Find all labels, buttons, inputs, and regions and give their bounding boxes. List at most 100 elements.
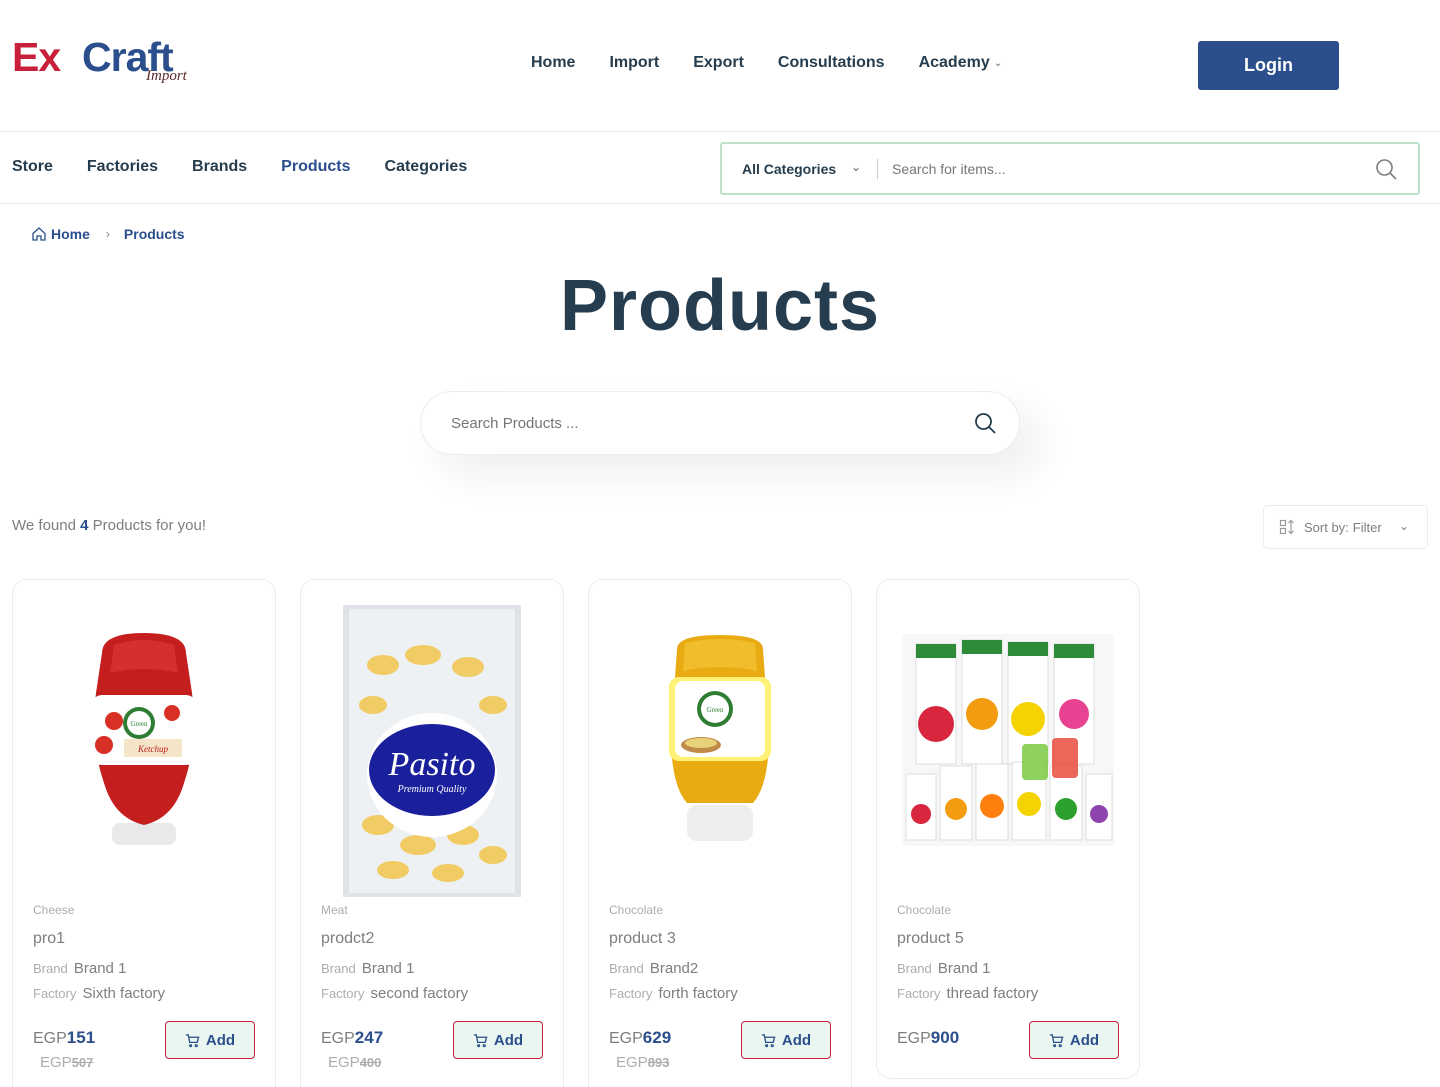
subnav-store[interactable]: Store [12, 158, 53, 176]
product-image[interactable] [877, 580, 1139, 900]
product-factory: Factory thread factory [897, 985, 1038, 1002]
product-old-price: EGP507 [40, 1054, 93, 1071]
subnav-categories[interactable]: Categories [385, 158, 468, 176]
product-brand: Brand Brand 1 [33, 960, 126, 977]
product-card[interactable]: Green Chocolate product 3 Brand Brand2 F… [588, 579, 852, 1087]
product-name[interactable]: prodct2 [321, 930, 374, 948]
add-to-cart-button[interactable]: Add [1029, 1021, 1119, 1059]
product-price: EGP151 [33, 1028, 95, 1048]
excraft-logo[interactable]: Ex Craft Import [12, 34, 202, 90]
nav-export[interactable]: Export [693, 54, 744, 72]
results-suffix: Products for you! [92, 517, 207, 534]
chevron-down-icon: ⌄ [1398, 519, 1409, 533]
svg-text:Premium Quality: Premium Quality [397, 784, 467, 795]
product-price: EGP247 [321, 1028, 383, 1048]
sort-dropdown[interactable]: Sort by: Filter ⌄ [1263, 505, 1428, 549]
chevron-down-icon: ⌄ [850, 160, 861, 174]
currency: EGP [897, 1030, 931, 1047]
price-amount: 247 [354, 1028, 384, 1047]
nav-home[interactable]: Home [531, 54, 575, 72]
product-card[interactable]: Chocolate product 5 Brand Brand 1 Factor… [876, 579, 1140, 1079]
old-price-amount: 893 [647, 1055, 670, 1070]
product-price: EGP629 [609, 1028, 671, 1048]
product-name[interactable]: pro1 [33, 930, 65, 948]
category-select-value: All Categories [742, 160, 837, 177]
nav-academy[interactable]: Academy ⌄ [919, 54, 1003, 72]
sort-value: Filter [1352, 519, 1382, 535]
category-select[interactable]: All Categories ⌄ [722, 144, 877, 193]
chevron-down-icon: ⌄ [993, 57, 1003, 69]
sub-nav-links: Store Factories Brands Products Categori… [12, 158, 501, 176]
search-icon[interactable] [1374, 157, 1398, 181]
results-prefix: We found [12, 517, 76, 534]
nav-academy-label: Academy [918, 54, 990, 71]
brand-value: Brand 1 [73, 960, 127, 977]
header-search-input[interactable] [878, 144, 1374, 193]
product-category: Chocolate [897, 903, 952, 917]
logo-subtitle: Import [146, 68, 187, 84]
factory-label: Factory [897, 986, 941, 1001]
subnav-brands[interactable]: Brands [192, 158, 247, 176]
product-name[interactable]: product 5 [897, 930, 964, 948]
brand-label: Brand [321, 961, 356, 976]
product-image[interactable]: Pasito Premium Quality [301, 580, 563, 900]
price-amount: 151 [66, 1028, 96, 1047]
product-brand: Brand Brand2 [609, 960, 698, 977]
currency: EGP [616, 1054, 648, 1071]
breadcrumb-home[interactable]: Home [51, 226, 90, 242]
currency: EGP [33, 1030, 67, 1047]
add-to-cart-button[interactable]: Add [453, 1021, 543, 1059]
nav-consultations[interactable]: Consultations [778, 54, 885, 72]
product-category: Chocolate [609, 903, 664, 917]
subnav-factories[interactable]: Factories [87, 158, 158, 176]
price-amount: 900 [930, 1028, 960, 1047]
currency: EGP [328, 1054, 360, 1071]
product-image[interactable]: Green [589, 580, 851, 900]
add-to-cart-button[interactable]: Add [165, 1021, 255, 1059]
brand-value: Brand 1 [937, 960, 991, 977]
login-button[interactable]: Login [1198, 41, 1339, 90]
search-icon[interactable] [973, 411, 997, 435]
brand-label: Brand [897, 961, 932, 976]
breadcrumb: Home › Products [31, 226, 185, 242]
logo-ex: Ex [12, 34, 61, 80]
product-image[interactable]: Green Ketchup [13, 580, 275, 900]
category-search-bar: All Categories ⌄ [720, 142, 1420, 195]
nav-import[interactable]: Import [609, 54, 659, 72]
product-category: Meat [321, 903, 348, 917]
factory-value: thread factory [946, 985, 1039, 1002]
mustard-bottle-image: Green [669, 635, 771, 841]
brand-label: Brand [33, 961, 68, 976]
home-icon [32, 227, 46, 241]
product-name[interactable]: product 3 [609, 930, 676, 948]
juice-cartons-image [902, 634, 1114, 846]
product-factory: Factory forth factory [609, 985, 738, 1002]
product-factory: Factory Sixth factory [33, 985, 165, 1002]
subnav-products[interactable]: Products [281, 158, 350, 176]
product-search-input[interactable] [421, 414, 973, 432]
factory-value: Sixth factory [82, 985, 166, 1002]
breadcrumb-current: Products [123, 226, 185, 242]
add-label: Add [493, 1031, 524, 1049]
product-search-bar [420, 391, 1020, 455]
product-card[interactable]: Pasito Premium Quality Meat prodct2 Bran… [300, 579, 564, 1087]
factory-label: Factory [321, 986, 365, 1001]
svg-text:Ketchup: Ketchup [137, 744, 168, 754]
main-nav: Home Import Export Consultations Academy… [531, 54, 1036, 72]
sort-icon [1279, 519, 1294, 535]
cart-icon [761, 1033, 776, 1047]
factory-value: forth factory [658, 985, 738, 1002]
product-card[interactable]: Green Ketchup Cheese pro1 Brand Brand 1 … [12, 579, 276, 1087]
brand-value: Brand2 [649, 960, 699, 977]
old-price-amount: 507 [71, 1055, 94, 1070]
factory-value: second factory [370, 985, 469, 1002]
price-amount: 629 [642, 1028, 672, 1047]
add-to-cart-button[interactable]: Add [741, 1021, 831, 1059]
product-old-price: EGP400 [328, 1054, 381, 1071]
add-label: Add [1069, 1031, 1100, 1049]
currency: EGP [40, 1054, 72, 1071]
product-brand: Brand Brand 1 [897, 960, 990, 977]
add-label: Add [205, 1031, 236, 1049]
product-price: EGP900 [897, 1028, 959, 1048]
svg-text:Pasito: Pasito [388, 746, 476, 783]
